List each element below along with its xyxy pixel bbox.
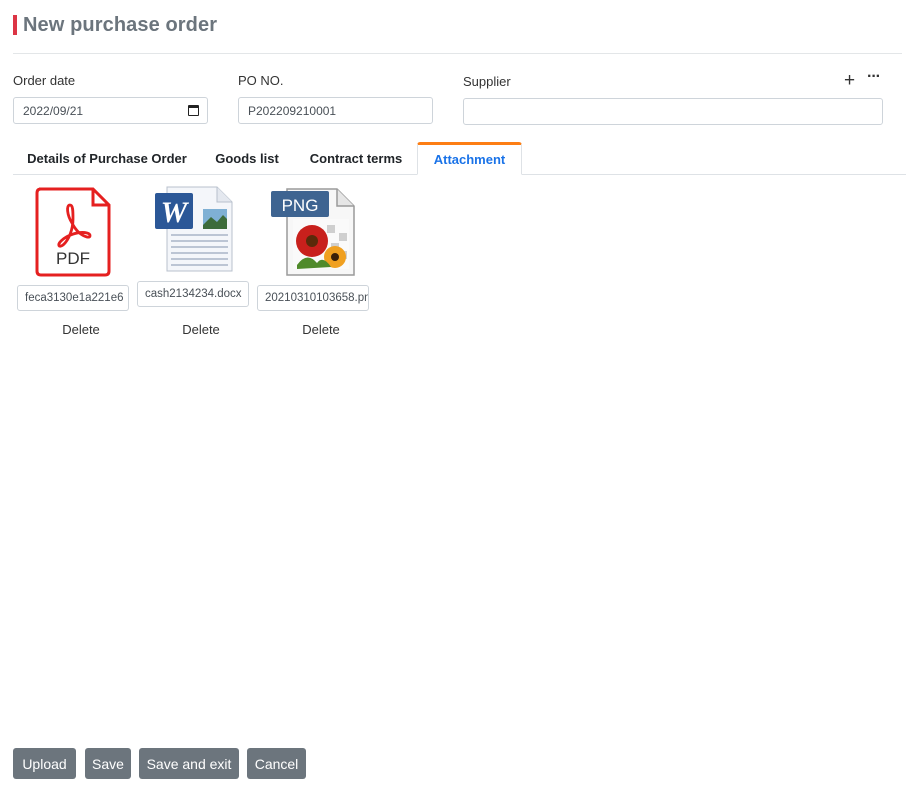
png-file-icon[interactable]: PNG	[257, 185, 369, 277]
title-accent-bar	[13, 15, 17, 35]
tab-bar: Details of Purchase Order Goods list Con…	[13, 142, 906, 175]
tab-goods-list[interactable]: Goods list	[209, 142, 285, 175]
supplier-input[interactable]	[463, 98, 883, 125]
po-number-value: P202209210001	[248, 103, 337, 118]
order-date-label: Order date	[13, 73, 76, 88]
header-divider	[13, 53, 902, 54]
supplier-label: Supplier	[463, 74, 511, 89]
page-title: New purchase order	[23, 13, 218, 36]
add-supplier-icon[interactable]: +	[844, 71, 855, 90]
tab-contract-terms[interactable]: Contract terms	[304, 142, 408, 175]
word-file-icon[interactable]: W	[137, 185, 249, 277]
attachment-item: PNG 20210310103658.png Delete	[257, 185, 369, 345]
upload-button[interactable]: Upload	[13, 748, 76, 779]
calendar-icon[interactable]	[188, 105, 199, 116]
tab-label: Details of Purchase Order	[27, 151, 187, 166]
tab-attachment[interactable]: Attachment	[417, 142, 522, 175]
png-badge-text: PNG	[282, 196, 319, 215]
po-number-input[interactable]: P202209210001	[238, 97, 433, 124]
tab-label: Attachment	[433, 152, 506, 167]
delete-attachment-button[interactable]: Delete	[17, 322, 145, 337]
attachment-item: W cash2134234.docx Delete	[137, 185, 249, 345]
tab-label: Contract terms	[309, 151, 403, 166]
attachment-item: PDF feca3130e1a221e6 Delete	[17, 185, 129, 345]
attachment-filename-field[interactable]: feca3130e1a221e6	[17, 285, 129, 311]
attachment-filename-field[interactable]: cash2134234.docx	[137, 281, 249, 307]
po-number-label: PO NO.	[238, 73, 284, 88]
delete-attachment-button[interactable]: Delete	[257, 322, 385, 337]
save-button[interactable]: Save	[85, 748, 131, 779]
page-header: New purchase order	[13, 14, 217, 36]
pdf-file-icon[interactable]: PDF	[17, 185, 129, 277]
order-date-value: 2022/09/21	[23, 103, 84, 118]
tab-details-of-purchase-order[interactable]: Details of Purchase Order	[18, 142, 196, 175]
cancel-button[interactable]: Cancel	[247, 748, 306, 779]
more-options-icon[interactable]: ···	[867, 69, 881, 85]
tab-label: Goods list	[215, 151, 279, 166]
pdf-badge-text: PDF	[56, 249, 90, 268]
word-badge-text: W	[161, 196, 190, 229]
delete-attachment-button[interactable]: Delete	[137, 322, 265, 337]
attachment-filename-field[interactable]: 20210310103658.png	[257, 285, 369, 311]
order-date-input[interactable]: 2022/09/21	[13, 97, 208, 124]
save-and-exit-button[interactable]: Save and exit	[139, 748, 239, 779]
